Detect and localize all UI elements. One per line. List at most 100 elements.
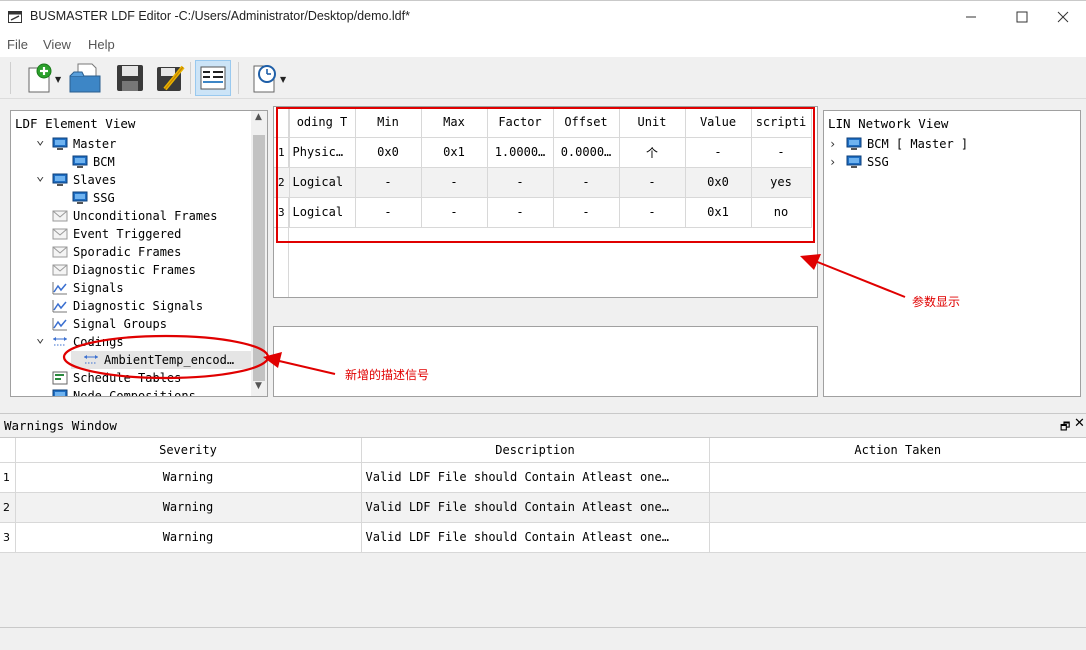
tree-item-label: Unconditional Frames [73, 209, 218, 223]
tree-item[interactable]: Schedule Tables [52, 369, 181, 387]
tree-item[interactable]: SSG [72, 189, 115, 207]
warnings-titlebar: Warnings Window 🗗 ✕ [0, 413, 1086, 437]
title-bar: BUSMASTER LDF Editor -C:/Users/Administr… [0, 0, 1086, 33]
minimize-button[interactable] [948, 1, 994, 33]
coding-icon [83, 353, 99, 367]
signal-icon [52, 317, 68, 331]
monitor-icon [72, 191, 88, 205]
monitor-icon [52, 389, 68, 396]
annotation-params-label: 参数显示 [912, 295, 961, 309]
open-folder-icon [69, 63, 101, 93]
col-header-severity[interactable]: Severity [15, 438, 362, 463]
monitor-icon [846, 155, 862, 169]
collapse-chevron-icon[interactable]: ⌄ [36, 330, 44, 346]
close-button[interactable] [1040, 1, 1086, 33]
frame-icon [52, 209, 68, 223]
tree-item-label: Event Triggered [73, 227, 182, 241]
tree-item[interactable]: Node Compositions [52, 387, 196, 397]
cell-action-taken[interactable] [709, 522, 1086, 553]
tree-item-label: Diagnostic Signals [73, 299, 204, 313]
tree-item[interactable]: BCM [72, 153, 115, 171]
warnings-panel: Severity Description Action Taken 1 Warni… [0, 437, 1086, 627]
tree-item[interactable]: Codings [52, 333, 124, 351]
save-as-button[interactable] [152, 60, 188, 96]
tree-item-label: Schedule Tables [73, 371, 182, 385]
cell-severity[interactable]: Warning [15, 462, 362, 493]
ldf-element-view: LDF Element View Master ⌄ BCM Slaves ⌄ SSG Unc… [10, 110, 268, 397]
tree-item[interactable]: Master [52, 135, 116, 153]
tree-item-label: Node Compositions [73, 389, 196, 397]
toolbar: ▼ ▼ [0, 57, 1086, 99]
table-view-icon [200, 66, 226, 90]
tree-item[interactable]: AmbientTemp_encod… [71, 351, 251, 369]
network-view-title: LIN Network View [828, 116, 949, 131]
warn-corner-cell [0, 438, 16, 463]
frame-icon [52, 227, 68, 241]
network-node-item[interactable]: BCM [ Master ] [846, 135, 968, 153]
signal-icon [52, 281, 68, 295]
property-panel [273, 326, 818, 397]
tree-item-label: Diagnostic Frames [73, 263, 196, 277]
warning-row[interactable]: 1 Warning Valid LDF File should Contain At… [0, 462, 1086, 493]
new-file-button[interactable] [22, 60, 58, 96]
cell-description[interactable]: Valid LDF File should Contain Atleast on… [361, 462, 710, 493]
expand-chevron-icon[interactable]: › [829, 155, 836, 169]
table-view-button[interactable] [195, 60, 231, 96]
cell-description[interactable]: Valid LDF File should Contain Atleast on… [361, 492, 710, 523]
menu-view[interactable]: View [43, 37, 71, 52]
warnings-table: Severity Description Action Taken 1 Warni… [0, 438, 1086, 553]
tree-item-label: Slaves [73, 173, 117, 187]
col-header-action-taken[interactable]: Action Taken [709, 438, 1086, 463]
scroll-thumb[interactable] [253, 135, 265, 381]
timer-button[interactable] [247, 60, 283, 96]
warnings-title: Warnings Window [4, 418, 117, 433]
tree-item-label: SSG [93, 191, 115, 205]
warning-row[interactable]: 3 Warning Valid LDF File should Contain At… [0, 522, 1086, 553]
edit-icon [157, 65, 185, 91]
tree-item[interactable]: Event Triggered [52, 225, 181, 243]
new-file-icon [28, 63, 52, 93]
tree-item-label: Signals [73, 281, 124, 295]
lin-network-view: LIN Network View › BCM [ Master ] › SSG [823, 110, 1081, 397]
col-header-description[interactable]: Description [361, 438, 710, 463]
annotation-new-signal-label: 新增的描述信号 [345, 368, 430, 382]
save-button[interactable] [112, 60, 148, 96]
monitor-icon [52, 137, 68, 151]
annotation-box-params [276, 107, 815, 243]
warning-row[interactable]: 2 Warning Valid LDF File should Contain At… [0, 492, 1086, 523]
cell-action-taken[interactable] [709, 462, 1086, 493]
float-window-icon[interactable]: 🗗 [1060, 418, 1070, 437]
cell-severity[interactable]: Warning [15, 522, 362, 553]
cell-severity[interactable]: Warning [15, 492, 362, 523]
expand-chevron-icon[interactable]: › [829, 137, 836, 151]
close-warnings-icon[interactable]: ✕ [1074, 416, 1085, 431]
network-node-item[interactable]: SSG [846, 153, 889, 171]
maximize-button[interactable] [999, 1, 1045, 33]
timer-dropdown-arrow[interactable]: ▼ [280, 75, 286, 84]
collapse-chevron-icon[interactable]: ⌄ [36, 132, 44, 148]
tree-item[interactable]: Unconditional Frames [52, 207, 218, 225]
menu-help[interactable]: Help [88, 37, 115, 52]
open-button[interactable] [67, 60, 103, 96]
tree-item-label: Master [73, 137, 117, 151]
scroll-down-icon[interactable]: ▼ [255, 381, 262, 391]
signal-icon [52, 299, 68, 313]
tree-item[interactable]: Diagnostic Frames [52, 261, 196, 279]
tree-item[interactable]: Diagnostic Signals [52, 297, 203, 315]
save-icon [117, 65, 143, 91]
tree-scrollbar[interactable]: ▲ ▼ [251, 111, 267, 396]
tree-item[interactable]: Slaves [52, 171, 116, 189]
collapse-chevron-icon[interactable]: ⌄ [36, 168, 44, 184]
scroll-up-icon[interactable]: ▲ [255, 112, 262, 122]
minimize-icon [966, 16, 976, 18]
row-number: 2 [0, 492, 16, 523]
new-dropdown-arrow[interactable]: ▼ [55, 75, 61, 84]
cell-description[interactable]: Valid LDF File should Contain Atleast on… [361, 522, 710, 553]
tree-item[interactable]: Signals [52, 279, 124, 297]
cell-action-taken[interactable] [709, 492, 1086, 523]
window-title: BUSMASTER LDF Editor -C:/Users/Administr… [30, 9, 410, 23]
tree-item[interactable]: Signal Groups [52, 315, 167, 333]
clock-icon [253, 65, 276, 93]
tree-item[interactable]: Sporadic Frames [52, 243, 181, 261]
menu-file[interactable]: File [7, 37, 28, 52]
